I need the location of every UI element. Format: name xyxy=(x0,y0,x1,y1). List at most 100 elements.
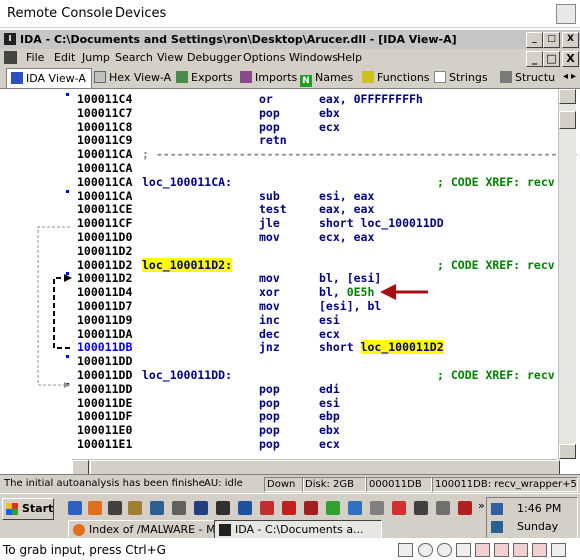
listing-row[interactable]: 100011DD xyxy=(77,354,557,368)
menu-remote-console[interactable]: Remote Console xyxy=(7,6,113,21)
menu-edit[interactable]: Edit xyxy=(54,51,75,64)
quicklaunch-debugger-icon[interactable] xyxy=(260,501,274,515)
code-label[interactable]: loc_100011CA: xyxy=(142,175,232,189)
quicklaunch-ida-icon[interactable] xyxy=(216,501,230,515)
listing-row[interactable]: 100011C4 or eax, 0FFFFFFFFh xyxy=(77,92,557,106)
quicklaunch-monitor-icon[interactable] xyxy=(238,501,252,515)
listing-row[interactable]: 100011CA xyxy=(77,161,557,175)
listing-row[interactable]: 100011DD loc_100011DD: ; CODE XREF: recv xyxy=(77,368,557,382)
inner-minimize-button[interactable]: _ xyxy=(526,51,543,67)
instruction-mnemonic: xor xyxy=(259,285,280,300)
listing-row[interactable]: 100011DF pop ebp xyxy=(77,409,557,423)
listing-row[interactable]: 100011CE test eax, eax xyxy=(77,202,557,216)
menu-file[interactable]: File xyxy=(26,51,44,64)
taskbar-item-ida[interactable]: IDA - C:\Documents a... xyxy=(214,520,382,540)
listing-row[interactable]: 100011D2 loc_100011D2: ; CODE XREF: recv xyxy=(77,257,557,272)
quicklaunch-overflow-icon[interactable]: » xyxy=(478,499,485,512)
tray-network-icon[interactable] xyxy=(491,503,503,515)
tab-imports[interactable]: Imports xyxy=(240,68,297,87)
scroll-up-button[interactable] xyxy=(559,89,576,104)
breakpoint-dot xyxy=(66,355,69,359)
quicklaunch-dark-icon[interactable] xyxy=(414,501,428,515)
listing-row[interactable]: 100011D2 xyxy=(77,244,557,258)
inner-close-button[interactable]: X xyxy=(562,51,579,67)
menu-debugger[interactable]: Debugger xyxy=(187,51,241,64)
listing-row[interactable]: 100011DD pop edi xyxy=(77,382,557,396)
listing-row[interactable]: 100011C9 retn xyxy=(77,133,557,147)
quicklaunch-winzip-icon[interactable] xyxy=(108,501,122,515)
quicklaunch-blue-icon[interactable] xyxy=(348,501,362,515)
console-window-icon[interactable] xyxy=(556,4,576,24)
listing-row[interactable]: 100011D4 xor bl, 0E5h xyxy=(77,285,557,299)
listing-row[interactable]: 100011D2 mov bl, [esi] xyxy=(77,271,557,285)
listing-row[interactable]: 100011D9 inc esi xyxy=(77,313,557,327)
tabs-scroll-right-icon[interactable]: ▸ xyxy=(571,71,576,82)
quicklaunch-terminal-icon[interactable] xyxy=(172,501,186,515)
taskbar-item-firefox[interactable]: Index of /MALWARE - M... xyxy=(68,520,230,540)
start-button[interactable]: Start xyxy=(2,498,54,520)
quicklaunch-firefox-icon[interactable] xyxy=(88,501,102,515)
vertical-scroll-thumb[interactable] xyxy=(559,111,576,129)
quicklaunch-gray-icon[interactable] xyxy=(436,501,450,515)
clock-time[interactable]: 1:46 PM xyxy=(517,502,561,515)
listing-row[interactable]: 100011DB jnz short loc_100011D2 xyxy=(77,340,557,355)
listing-row[interactable]: 100011CA loc_100011CA: ; CODE XREF: recv xyxy=(77,175,557,189)
listing-address: 100011DA xyxy=(77,326,133,341)
scroll-down-button[interactable] xyxy=(559,444,576,459)
quicklaunch-ie-icon[interactable] xyxy=(68,501,82,515)
listing-row[interactable]: 100011C7 pop ebx xyxy=(77,106,557,120)
code-label[interactable]: loc_100011D2: xyxy=(142,257,233,272)
menu-windows[interactable]: Windows xyxy=(289,51,338,64)
listing-row[interactable]: 100011E1 pop ecx xyxy=(77,437,557,451)
listing-row[interactable]: 100011C8 pop ecx xyxy=(77,120,557,134)
ida-title-bar: I IDA - C:\Documents and Settings\ron\De… xyxy=(0,29,580,50)
vertical-scrollbar[interactable] xyxy=(558,89,576,459)
listing-row[interactable]: 100011CF jle short loc_100011DD xyxy=(77,216,557,230)
menu-help[interactable]: Help xyxy=(337,51,362,64)
tabs-scroll-left-icon[interactable]: ◂ xyxy=(563,71,568,82)
structures-icon xyxy=(500,71,512,83)
quicklaunch-tool-icon[interactable] xyxy=(150,501,164,515)
tab-names[interactable]: N Names xyxy=(300,68,353,87)
quicklaunch-malware-icon[interactable] xyxy=(304,501,318,515)
tab-structures[interactable]: Structu xyxy=(500,68,560,87)
minimize-button[interactable]: _ xyxy=(526,32,543,48)
menu-search[interactable]: Search xyxy=(115,51,153,64)
listing-row[interactable]: 100011CA ; ------------------------------… xyxy=(77,147,580,161)
tab-functions[interactable]: Functions xyxy=(362,68,430,87)
listing-row[interactable]: 100011D0 mov ecx, eax xyxy=(77,230,557,244)
menu-jump[interactable]: Jump xyxy=(82,51,110,64)
quicklaunch-tool2-icon[interactable] xyxy=(458,501,472,515)
quicklaunch-red-icon[interactable] xyxy=(392,501,406,515)
tab-hex-view-a[interactable]: Hex View-A xyxy=(94,68,171,87)
horizontal-scrollbar[interactable] xyxy=(72,459,560,475)
clock-day: Sunday xyxy=(517,520,559,533)
tab-strings[interactable]: Strings xyxy=(434,68,488,87)
maximize-button[interactable]: □ xyxy=(543,32,560,48)
menu-devices[interactable]: Devices xyxy=(115,6,166,21)
horizontal-scroll-thumb[interactable] xyxy=(90,460,560,475)
menu-view[interactable]: View xyxy=(157,51,183,64)
menu-options[interactable]: Options xyxy=(243,51,285,64)
listing-row[interactable]: 100011DA dec ecx xyxy=(77,327,557,341)
highlighted-target-label[interactable]: loc_100011D2 xyxy=(360,340,444,355)
inner-restore-button[interactable]: □ xyxy=(543,51,560,67)
quicklaunch-virus-icon[interactable] xyxy=(282,501,296,515)
tab-ida-view-a[interactable]: IDA View-A xyxy=(6,68,92,88)
tab-exports[interactable]: Exports xyxy=(176,68,233,87)
instruction-operands: eax, 0FFFFFFFFh xyxy=(319,92,423,106)
quicklaunch-network-icon[interactable] xyxy=(194,501,208,515)
tray-display-icon[interactable] xyxy=(491,521,503,533)
ida-view-icon xyxy=(11,72,23,84)
quicklaunch-doc-icon[interactable] xyxy=(370,501,384,515)
close-button[interactable]: X xyxy=(562,32,579,48)
scroll-left-button[interactable] xyxy=(72,460,89,475)
quicklaunch-green-icon[interactable] xyxy=(326,501,340,515)
quicklaunch-app-icon[interactable] xyxy=(128,501,142,515)
console-status-icon-1 xyxy=(398,543,413,557)
listing-row[interactable]: 100011DE pop esi xyxy=(77,396,557,410)
listing-row[interactable]: 100011D7 mov [esi], bl xyxy=(77,299,557,313)
listing-row[interactable]: 100011CA sub esi, eax xyxy=(77,189,557,203)
code-label[interactable]: loc_100011DD: xyxy=(142,368,232,382)
listing-row[interactable]: 100011E0 pop ebx xyxy=(77,423,557,437)
